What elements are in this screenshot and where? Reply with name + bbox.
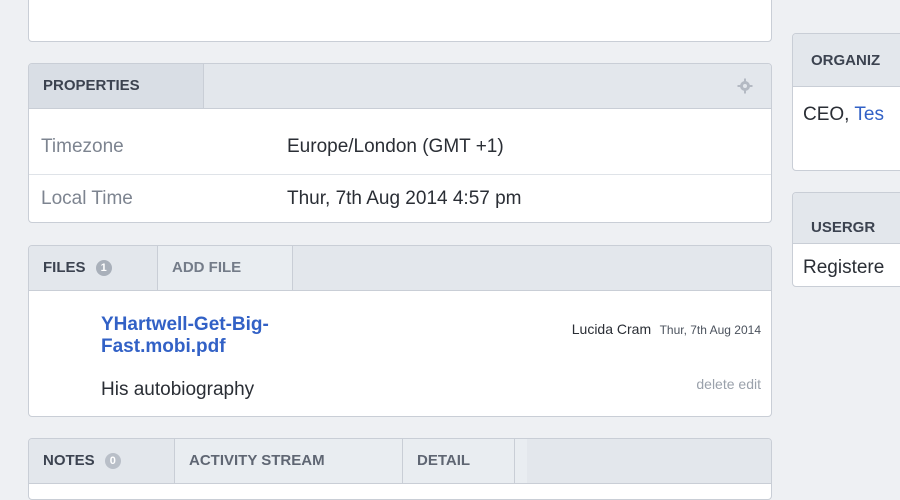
delete-link[interactable]: delete [696,376,734,392]
organization-title: ORGANIZ [811,52,881,69]
organization-role: CEO, Tes [803,104,884,126]
activity-tab-label: ACTIVITY STREAM [189,452,325,469]
usergroups-panel: USERGR Registere [792,192,900,287]
usergroups-title: USERGR [811,219,876,236]
files-panel: FILES 1 ADD FILE YHartwell-Get-Big- Fast… [28,245,772,417]
file-name-line2: Fast.mobi.pdf [101,336,226,357]
usergroups-value: Registere [803,257,885,278]
tab-files[interactable]: FILES 1 [29,246,163,290]
file-date: Thur, 7th Aug 2014 [659,323,761,337]
row-divider [29,174,771,175]
tab-detail[interactable]: DETAIL [403,439,527,483]
add-file-button[interactable]: ADD FILE [158,246,292,290]
tab-separator [203,64,204,108]
organization-company-link[interactable]: Tes [854,104,884,125]
local-time-label: Local Time [41,188,133,209]
edit-link[interactable]: edit [738,376,761,392]
organization-role-text: CEO, [803,104,855,125]
file-author[interactable]: Lucida Cram [572,321,651,337]
properties-panel: PROPERTIES Timezone Europe/London (GMT +… [28,63,772,223]
notes-tab-label: NOTES [43,452,95,469]
tab-separator [514,439,515,483]
organization-panel: ORGANIZ CEO, Tes [792,33,900,171]
timezone-value: Europe/London (GMT +1) [287,136,504,157]
properties-title-text: PROPERTIES [43,77,140,94]
tab-activity-stream[interactable]: ACTIVITY STREAM [175,439,409,483]
file-name-line1: YHartwell-Get-Big- [101,314,269,335]
files-count-badge: 1 [95,260,112,277]
detail-tab-label: DETAIL [417,452,471,469]
files-tab-label: FILES [43,259,86,276]
file-name-link[interactable]: YHartwell-Get-Big- Fast.mobi.pdf [101,314,269,358]
file-actions: delete edit [696,376,761,392]
gear-icon[interactable] [737,78,753,94]
file-description: His autobiography [101,379,255,400]
timezone-label: Timezone [41,136,124,157]
tab-notes[interactable]: NOTES 0 [29,439,178,483]
properties-title: PROPERTIES [29,64,203,108]
notes-panel: NOTES 0 ACTIVITY STREAM DETAIL [28,438,772,500]
file-meta: Lucida Cram Thur, 7th Aug 2014 [572,321,761,339]
notes-count-badge: 0 [104,453,121,470]
tab-separator [292,246,293,290]
local-time-value: Thur, 7th Aug 2014 4:57 pm [287,188,522,209]
previous-panel [28,0,772,42]
add-file-label: ADD FILE [172,259,242,276]
